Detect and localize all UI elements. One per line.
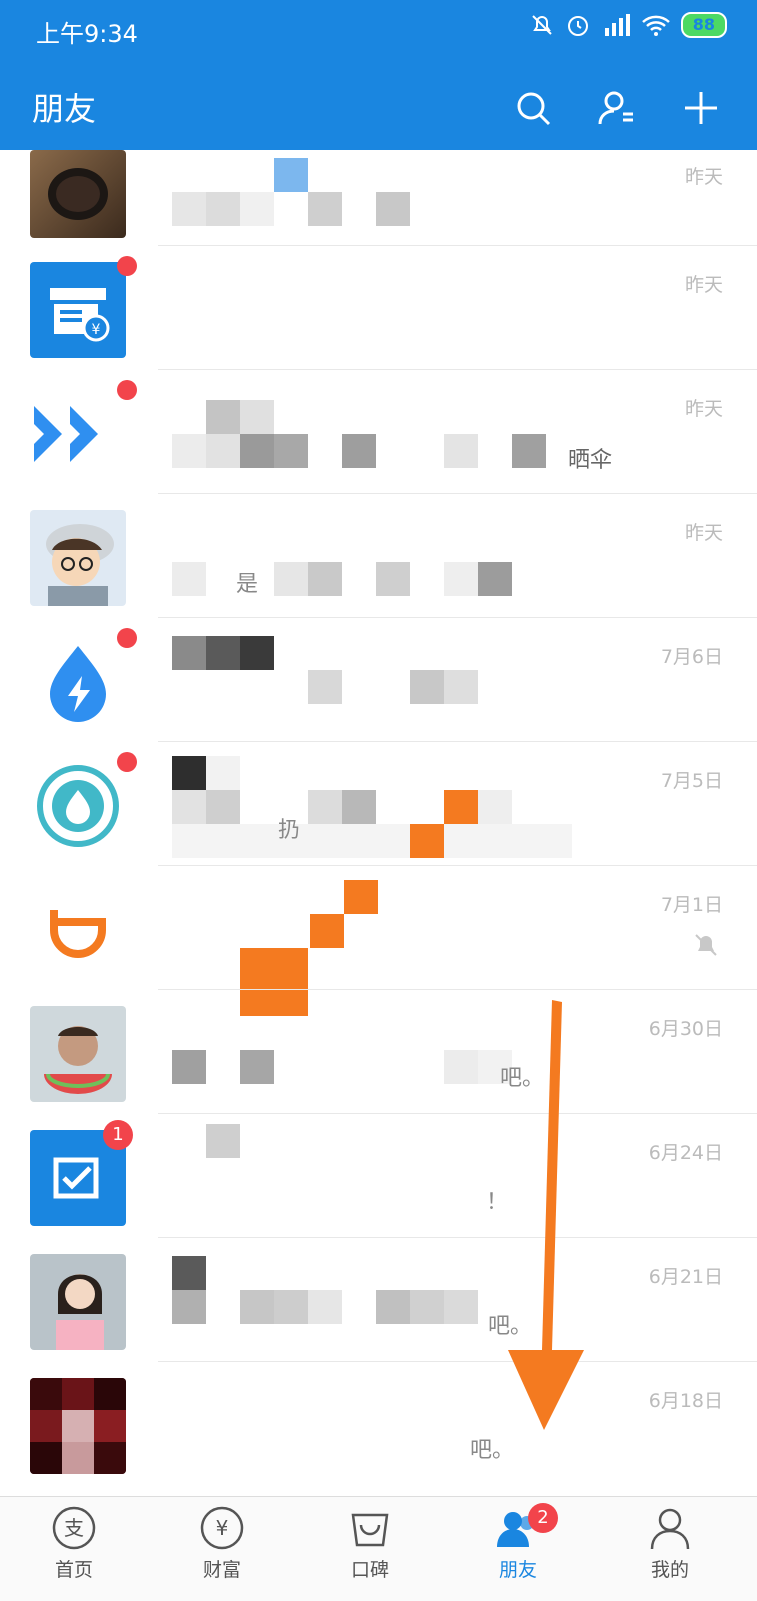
unread-dot [117, 752, 137, 772]
signal-icon [604, 14, 630, 36]
pixelated-avatar-icon [30, 1378, 126, 1474]
conversation-row[interactable]: 晒伞 昨天 [0, 370, 757, 494]
avatar [30, 758, 126, 854]
tab-label: 首页 [54, 1559, 93, 1581]
photo-avatar-icon [44, 1026, 112, 1094]
tab-badge: 2 [528, 1503, 558, 1533]
conversation-list: 昨天 ¥ 昨天 晒伞 昨天 是 昨天 7月6日 扔 7月5日 7月1日 吧。 6… [0, 150, 757, 1496]
message-preview: 扔 [278, 818, 301, 843]
arrow-down-icon [508, 1000, 584, 1430]
avatar: ¥ [30, 262, 126, 358]
unread-dot [117, 256, 137, 276]
home-zhi-icon: 支 [52, 1506, 96, 1550]
mute-icon [695, 934, 717, 956]
svg-text:¥: ¥ [92, 322, 101, 338]
mute-bell-icon [532, 15, 552, 35]
message-time: 6月21日 [648, 1266, 723, 1288]
status-bar: 上午9:34 88 [0, 0, 757, 64]
tab-wealth[interactable]: ¥ 财富 [162, 1505, 282, 1582]
smile-bag-icon [351, 1513, 389, 1547]
add-icon[interactable] [681, 88, 721, 128]
tab-me[interactable]: 我的 [610, 1505, 730, 1582]
tab-friends[interactable]: 2 朋友 [458, 1503, 578, 1582]
avatar [30, 1006, 126, 1102]
unread-dot [117, 380, 137, 400]
message-preview: 是 [236, 572, 259, 597]
search-icon[interactable] [513, 88, 553, 128]
water-drop-ring-icon [37, 765, 119, 847]
message-time: 7月1日 [660, 894, 723, 916]
message-preview: 晒伞 [568, 448, 613, 473]
yen-coin-icon: ¥ [200, 1506, 244, 1550]
cartoon-avatar-icon [46, 524, 114, 606]
message-time: 昨天 [684, 274, 723, 296]
unread-badge: 1 [103, 1120, 133, 1150]
conversation-row[interactable]: 7月1日 [0, 866, 757, 1016]
tab-label: 我的 [650, 1559, 689, 1581]
conversation-row[interactable]: 1 ！ 6月24日 [0, 1114, 757, 1238]
didi-logo-icon [50, 910, 106, 958]
avatar [30, 386, 126, 482]
alarm-icon [567, 16, 588, 36]
person-icon [650, 1508, 690, 1550]
avatar [30, 882, 126, 978]
wifi-icon [641, 15, 670, 36]
conversation-row[interactable]: 吧。 6月21日 [0, 1238, 757, 1362]
svg-text:支: 支 [64, 1516, 84, 1540]
avatar [30, 510, 126, 606]
avatar [30, 150, 126, 238]
top-actions [513, 88, 721, 128]
message-time: 昨天 [684, 166, 723, 188]
lightning-drop-icon [50, 646, 106, 722]
photo-avatar-icon [56, 1274, 104, 1350]
conversation-row[interactable]: 扔 7月5日 [0, 742, 757, 866]
message-time: 6月18日 [648, 1390, 723, 1412]
status-icons: 88 [529, 12, 727, 38]
title-bar: 朋友 [0, 64, 757, 150]
unread-dot [117, 628, 137, 648]
conversation-row[interactable]: 7月6日 [0, 618, 757, 742]
conversation-row[interactable]: 是 昨天 [0, 494, 757, 618]
tab-label: 口碑 [350, 1559, 389, 1581]
message-time: 7月6日 [660, 646, 723, 668]
avatar [30, 634, 126, 730]
message-time: 昨天 [684, 398, 723, 420]
message-time: 6月24日 [648, 1142, 723, 1164]
status-time: 上午9:34 [36, 20, 138, 48]
message-time: 7月5日 [660, 770, 723, 792]
tab-home[interactable]: 支 首页 [14, 1505, 134, 1582]
conversation-row[interactable]: 吧。 6月18日 [0, 1362, 757, 1486]
avatar [30, 1378, 126, 1474]
page-title: 朋友 [32, 90, 97, 128]
conversation-row[interactable]: ¥ 昨天 [0, 246, 757, 370]
message-time: 昨天 [684, 522, 723, 544]
food-photo-icon [48, 168, 108, 220]
message-time: 6月30日 [648, 1018, 723, 1040]
avatar [30, 1254, 126, 1350]
tab-koubei[interactable]: 口碑 [310, 1505, 430, 1582]
contacts-icon[interactable] [597, 88, 637, 128]
tab-label: 朋友 [498, 1559, 537, 1581]
battery-indicator: 88 [680, 12, 727, 38]
forward-arrows-icon [34, 406, 98, 462]
svg-text:¥: ¥ [216, 1516, 229, 1540]
conversation-row[interactable]: 吧。 6月30日 [0, 990, 757, 1114]
store-icon: ¥ [50, 288, 110, 342]
tab-bar: 支 首页 ¥ 财富 口碑 2 朋友 我的 [0, 1496, 757, 1601]
tab-label: 财富 [202, 1559, 241, 1581]
